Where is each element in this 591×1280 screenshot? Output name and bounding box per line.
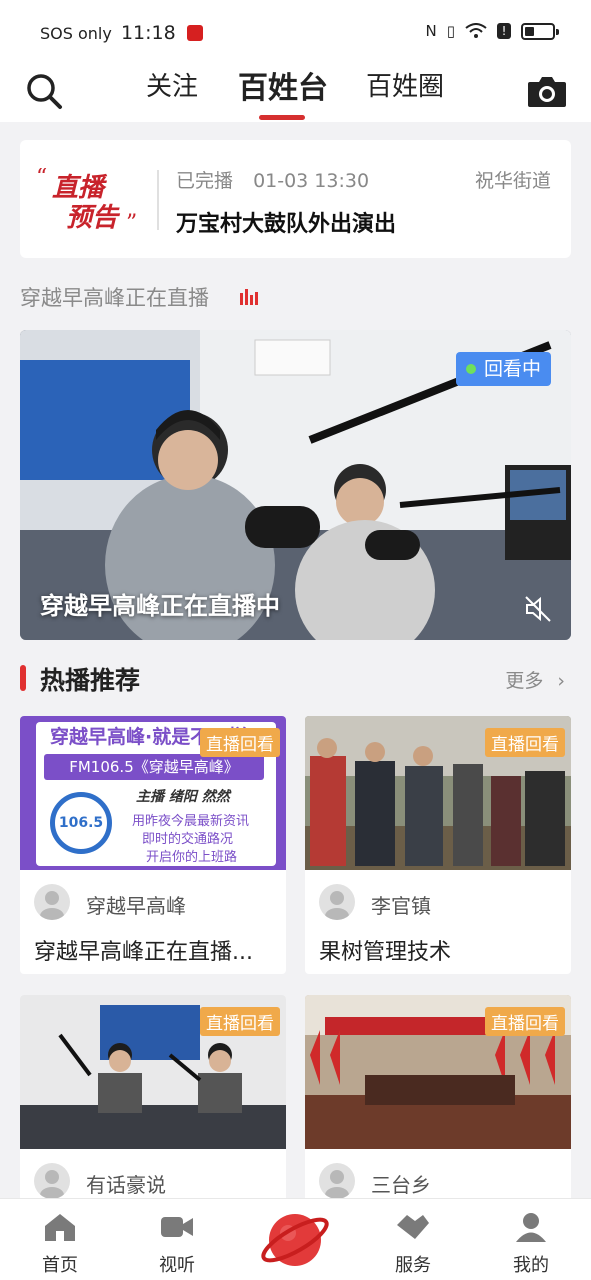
thumb-program: FM106.5《穿越早高峰》 — [44, 754, 264, 780]
recommend-card[interactable]: 直播回看 三台乡 — [305, 995, 571, 1205]
card-title: 穿越早高峰正在直播... — [34, 940, 253, 965]
card-author: 三台乡 — [371, 1173, 431, 1197]
thumb-hosts: 主播 绪阳 然然 — [136, 789, 230, 805]
chevron-right-icon: › — [557, 670, 565, 692]
status-left: SOS only 11:18 — [40, 22, 203, 44]
status-icons: N ▯ ! — [425, 22, 559, 40]
live-video-player[interactable]: 回看中 穿越早高峰正在直播中 — [20, 330, 571, 640]
search-icon[interactable] — [25, 72, 63, 110]
thumb-line3: 开启你的上班路 — [146, 850, 238, 865]
thumb-line2: 即时的交通路况 — [142, 832, 234, 847]
nav-mine-label: 我的 — [513, 1255, 549, 1276]
nfc-icon: N — [425, 22, 437, 40]
notice-status: 已完播 — [176, 170, 234, 192]
nav-media-label: 视听 — [159, 1255, 195, 1276]
nav-media[interactable]: 视听 — [137, 1211, 217, 1277]
planet-center-icon[interactable] — [258, 1203, 332, 1277]
replay-tag: 直播回看 — [200, 728, 280, 757]
notice-location: 祝华街道 — [474, 170, 551, 192]
card-thumbnail: 直播回看 — [305, 716, 571, 870]
nav-home-label: 首页 — [42, 1255, 78, 1276]
clock: 11:18 — [120, 22, 176, 44]
replay-badge: 回看中 — [455, 352, 551, 386]
handshake-icon — [397, 1215, 429, 1239]
avatar — [34, 884, 70, 920]
recommend-card[interactable]: 直播回看 李官镇 果树管理技术 — [305, 716, 571, 974]
nav-mine[interactable]: 我的 — [491, 1211, 571, 1277]
recommend-title: 热播推荐 — [40, 666, 141, 695]
camera-icon[interactable] — [527, 74, 567, 108]
live-preview-logo: “ 直播 预告 ” — [36, 168, 137, 232]
notice-datetime: 01-03 13:30 — [253, 170, 370, 192]
more-label: 更多 — [505, 670, 544, 692]
card-author: 有话豪说 — [86, 1173, 166, 1197]
logo-line2: 预告 — [66, 203, 121, 232]
user-icon — [516, 1213, 546, 1242]
svg-text:”: ” — [126, 211, 137, 232]
alert-icon: ! — [497, 23, 511, 39]
notice-meta: 已完播 01-03 13:30 — [176, 166, 383, 193]
card-thumbnail: 直播回看 — [305, 995, 571, 1149]
live-notice-card[interactable]: “ 直播 预告 ” 已完播 01-03 13:30 祝华街道 万宝村大鼓队外出演… — [20, 140, 571, 258]
replay-tag: 直播回看 — [485, 1007, 565, 1036]
battery-icon — [521, 22, 559, 40]
vibrate-icon: ▯ — [446, 22, 455, 40]
home-icon — [45, 1214, 75, 1241]
wifi-icon — [465, 23, 487, 38]
bottom-navigation: 首页 视听 服务 我的 — [0, 1198, 591, 1280]
recommend-card[interactable]: 直播回看 有话豪说 — [20, 995, 286, 1205]
more-link[interactable]: 更多 › — [505, 666, 565, 693]
nav-service-label: 服务 — [395, 1255, 431, 1276]
tab-baixingtai[interactable]: 百姓台 — [238, 63, 328, 107]
mute-icon[interactable] — [523, 594, 553, 624]
active-tab-indicator — [259, 115, 305, 120]
nav-home[interactable]: 首页 — [20, 1211, 100, 1277]
section-accent-bar — [20, 665, 26, 691]
video-caption: 穿越早高峰正在直播中 — [40, 592, 280, 620]
status-bar: SOS only 11:18 N ▯ ! — [0, 0, 591, 60]
video-icon — [161, 1217, 193, 1237]
nav-service[interactable]: 服务 — [373, 1211, 453, 1277]
divider — [157, 170, 159, 230]
tab-follow[interactable]: 关注 — [146, 66, 198, 103]
logo-line1: 直播 — [52, 173, 108, 203]
card-author: 李官镇 — [371, 894, 431, 918]
app-notification-icon — [186, 25, 203, 41]
avatar — [319, 884, 355, 920]
live-bars-icon — [240, 289, 258, 305]
card-thumbnail: 直播回看 — [20, 995, 286, 1149]
top-navigation: 关注 百姓台 百姓圈 — [0, 60, 591, 122]
replay-tag: 直播回看 — [485, 728, 565, 757]
live-section-label: 穿越早高峰正在直播 — [20, 286, 209, 310]
tab-baixingquan[interactable]: 百姓圈 — [366, 66, 444, 103]
fm-logo-icon: 106.5 — [50, 792, 112, 854]
avatar — [319, 1163, 355, 1199]
card-thumbnail: 穿越早高峰·就是不一样 FM106.5《穿越早高峰》 106.5 主播 绪阳 然… — [20, 716, 286, 870]
notice-title: 万宝村大鼓队外出演出 — [176, 212, 397, 237]
thumb-line1: 用昨夜今晨最新资讯 — [132, 814, 250, 829]
recommend-card[interactable]: 穿越早高峰·就是不一样 FM106.5《穿越早高峰》 106.5 主播 绪阳 然… — [20, 716, 286, 974]
avatar — [34, 1163, 70, 1199]
card-title: 果树管理技术 — [319, 940, 452, 965]
svg-text:“: “ — [36, 168, 47, 190]
carrier-text: SOS only — [40, 24, 112, 43]
replay-tag: 直播回看 — [200, 1007, 280, 1036]
card-author: 穿越早高峰 — [86, 894, 186, 918]
